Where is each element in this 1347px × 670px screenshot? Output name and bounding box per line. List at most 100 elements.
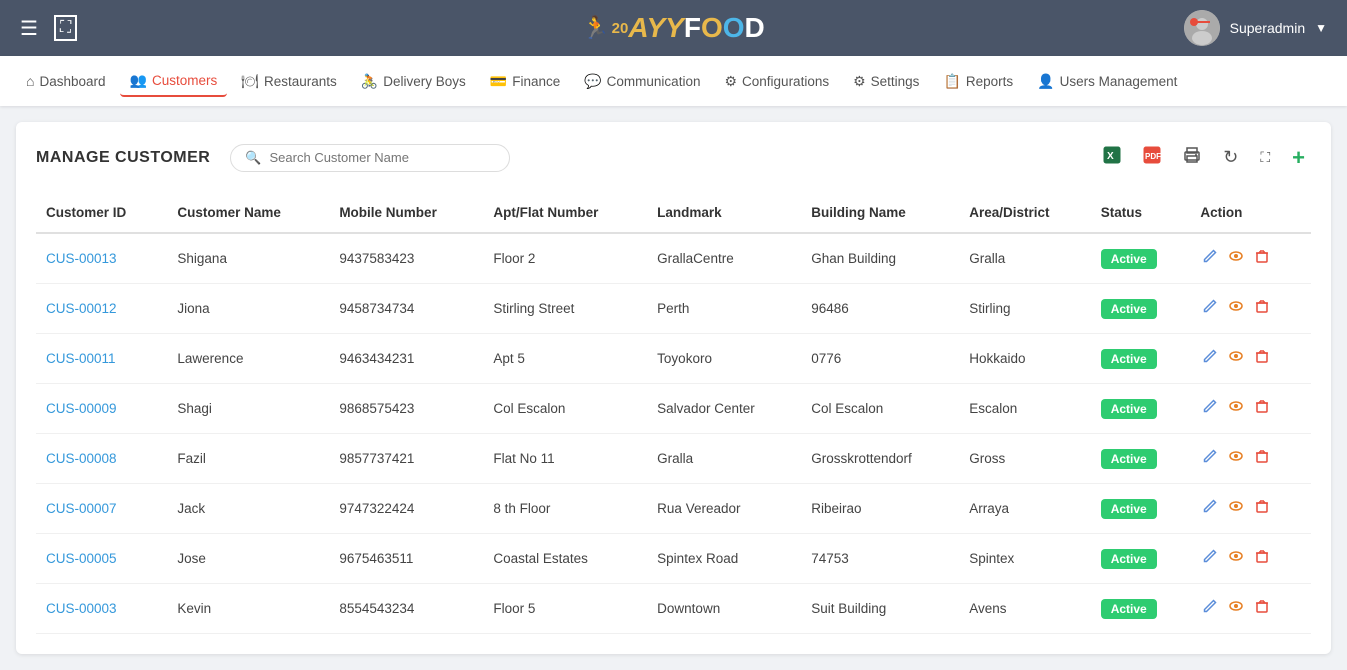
delivery-boys-icon: 🚴: [361, 73, 378, 90]
table-header-row: Customer ID Customer Name Mobile Number …: [36, 193, 1311, 233]
customer-id-link[interactable]: CUS-00005: [46, 551, 117, 566]
main-content: MANAGE CUSTOMER 🔍 X PDF: [16, 122, 1331, 654]
edit-button[interactable]: [1200, 296, 1220, 321]
cell-landmark: GrallaCentre: [647, 233, 801, 284]
customer-id-link[interactable]: CUS-00013: [46, 251, 117, 266]
cell-customer-name: Shagi: [167, 384, 329, 434]
nav-item-delivery-boys[interactable]: 🚴 Delivery Boys: [351, 67, 476, 96]
delete-button[interactable]: [1252, 296, 1272, 321]
configurations-icon: ⚙: [724, 73, 737, 90]
view-button[interactable]: [1226, 546, 1246, 571]
expand-icon[interactable]: ⛶: [54, 15, 77, 41]
excel-export-button[interactable]: X: [1097, 142, 1127, 173]
cell-landmark: Spintex Road: [647, 534, 801, 584]
delete-button[interactable]: [1252, 246, 1272, 271]
table-row: CUS-00012 Jiona 9458734734 Stirling Stre…: [36, 284, 1311, 334]
cell-action: [1190, 233, 1311, 284]
view-button[interactable]: [1226, 496, 1246, 521]
search-box: 🔍: [230, 144, 510, 172]
pdf-export-button[interactable]: PDF: [1137, 142, 1167, 173]
nav-item-configurations[interactable]: ⚙ Configurations: [714, 67, 839, 96]
customer-id-link[interactable]: CUS-00011: [46, 351, 116, 366]
logo-f: F: [684, 12, 701, 44]
restaurants-icon: 🍽: [241, 73, 259, 90]
customer-id-link[interactable]: CUS-00007: [46, 501, 117, 516]
nav-item-settings[interactable]: ⚙ Settings: [843, 67, 929, 96]
delete-button[interactable]: [1252, 396, 1272, 421]
edit-button[interactable]: [1200, 546, 1220, 571]
delete-button[interactable]: [1252, 446, 1272, 471]
cell-mobile: 9458734734: [329, 284, 483, 334]
refresh-button[interactable]: ↻: [1217, 143, 1244, 172]
cell-customer-name: Fazil: [167, 434, 329, 484]
cell-mobile: 9675463511: [329, 534, 483, 584]
customer-id-link[interactable]: CUS-00008: [46, 451, 117, 466]
edit-button[interactable]: [1200, 596, 1220, 621]
edit-button[interactable]: [1200, 346, 1220, 371]
nav-item-communication[interactable]: 💬 Communication: [574, 67, 710, 96]
customer-id-link[interactable]: CUS-00012: [46, 301, 117, 316]
edit-button[interactable]: [1200, 246, 1220, 271]
cell-building: Col Escalon: [801, 384, 959, 434]
view-button[interactable]: [1226, 396, 1246, 421]
nav-item-restaurants[interactable]: 🍽 Restaurants: [231, 67, 347, 96]
fullscreen-button[interactable]: ⛶: [1254, 145, 1276, 170]
cell-customer-id: CUS-00012: [36, 284, 167, 334]
cell-customer-id: CUS-00005: [36, 534, 167, 584]
table-row: CUS-00007 Jack 9747322424 8 th Floor Rua…: [36, 484, 1311, 534]
search-input[interactable]: [270, 150, 496, 165]
search-icon: 🔍: [245, 150, 261, 166]
add-customer-button[interactable]: +: [1286, 143, 1311, 173]
view-button[interactable]: [1226, 446, 1246, 471]
cell-customer-id: CUS-00008: [36, 434, 167, 484]
view-button[interactable]: [1226, 296, 1246, 321]
reports-icon: 📋: [943, 73, 960, 90]
cell-apt: Col Escalon: [483, 384, 647, 434]
cell-building: 0776: [801, 334, 959, 384]
hamburger-icon[interactable]: ☰: [20, 16, 38, 41]
edit-button[interactable]: [1200, 496, 1220, 521]
trash-icon: [1254, 248, 1270, 264]
dashboard-icon: ⌂: [26, 73, 34, 89]
header-left: ☰ ⛶: [20, 15, 77, 41]
customer-id-link[interactable]: CUS-00003: [46, 601, 117, 616]
cell-landmark: Salvador Center: [647, 384, 801, 434]
nav-item-users-management[interactable]: 👤 Users Management: [1027, 67, 1187, 96]
cell-apt: Stirling Street: [483, 284, 647, 334]
eye-icon: [1228, 348, 1244, 364]
cell-area: Gralla: [959, 233, 1090, 284]
trash-icon: [1254, 498, 1270, 514]
edit-button[interactable]: [1200, 446, 1220, 471]
cell-building: Ghan Building: [801, 233, 959, 284]
cell-mobile: 9868575423: [329, 384, 483, 434]
cell-mobile: 9747322424: [329, 484, 483, 534]
action-icons: [1200, 396, 1301, 421]
status-badge: Active: [1101, 499, 1157, 519]
eye-icon: [1228, 398, 1244, 414]
nav-item-customers[interactable]: 👥 Customers: [120, 66, 228, 97]
col-header-customer-id: Customer ID: [36, 193, 167, 233]
cell-apt: Apt 5: [483, 334, 647, 384]
customer-id-link[interactable]: CUS-00009: [46, 401, 117, 416]
delete-button[interactable]: [1252, 596, 1272, 621]
nav-item-dashboard[interactable]: ⌂ Dashboard: [16, 67, 116, 95]
delete-button[interactable]: [1252, 496, 1272, 521]
nav-item-reports[interactable]: 📋 Reports: [933, 67, 1023, 96]
view-button[interactable]: [1226, 346, 1246, 371]
eye-icon: [1228, 498, 1244, 514]
edit-button[interactable]: [1200, 396, 1220, 421]
table-row: CUS-00005 Jose 9675463511 Coastal Estate…: [36, 534, 1311, 584]
cell-area: Escalon: [959, 384, 1090, 434]
print-button[interactable]: [1177, 142, 1207, 173]
nav-label-dashboard: Dashboard: [39, 74, 105, 89]
nav-item-finance[interactable]: 💳 Finance: [480, 67, 570, 96]
delete-button[interactable]: [1252, 546, 1272, 571]
status-badge: Active: [1101, 549, 1157, 569]
delete-button[interactable]: [1252, 346, 1272, 371]
view-button[interactable]: [1226, 596, 1246, 621]
action-icons: [1200, 446, 1301, 471]
view-button[interactable]: [1226, 246, 1246, 271]
user-dropdown-arrow[interactable]: ▼: [1315, 21, 1327, 35]
eye-icon: [1228, 298, 1244, 314]
pdf-icon: PDF: [1143, 146, 1161, 164]
